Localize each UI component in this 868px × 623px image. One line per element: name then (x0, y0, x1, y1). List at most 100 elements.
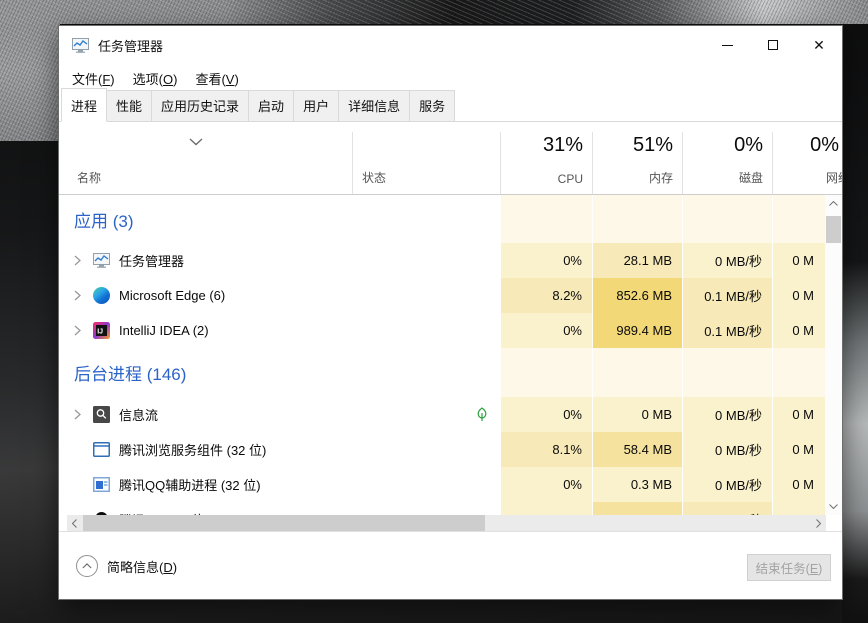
network-total-usage: 0% (810, 134, 839, 156)
desktop-right-edge (842, 0, 868, 623)
disk-cell: 0 MB/秒 (682, 467, 772, 502)
header-separator (352, 132, 353, 194)
memory-total-usage: 51% (632, 134, 673, 156)
tab-startup[interactable]: 启动 (248, 90, 295, 122)
tab-performance[interactable]: 性能 (106, 90, 153, 122)
memory-cell: 98.8 MB (592, 502, 682, 515)
feed-search-icon (93, 406, 110, 423)
close-icon: ✕ (813, 37, 825, 53)
cpu-cell: 8.2% (500, 278, 592, 313)
task-manager-icon (93, 252, 110, 269)
horizontal-scrollbar[interactable] (67, 515, 826, 531)
menu-bar: 文件(F) 选项(O) 查看(V) (59, 64, 842, 92)
process-list: 应用 (3) 任务管理器 0% 28.1 MB 0 MB/秒 0 M Micro… (59, 195, 842, 515)
task-manager-app-icon (72, 37, 89, 53)
status-cell (352, 502, 500, 515)
expand-chevron-icon[interactable] (67, 255, 93, 266)
cpu-total-usage: 31% (542, 134, 583, 156)
maximize-button[interactable] (750, 26, 796, 64)
disk-cell: 0 MB/秒 (682, 243, 772, 278)
tab-details[interactable]: 详细信息 (338, 90, 411, 122)
menu-file[interactable]: 文件(F) (72, 69, 115, 88)
process-row-intellij[interactable]: IJ IntelliJ IDEA (2) 0% 989.4 MB 0.1 MB/… (59, 313, 842, 348)
vertical-scrollbar-thumb[interactable] (826, 216, 841, 243)
scrollbar-corner (826, 515, 842, 531)
qq-helper-icon (93, 476, 110, 493)
column-header-name[interactable]: 名称 (67, 129, 352, 194)
tab-app-history[interactable]: 应用历史记录 (151, 90, 250, 122)
group-label: 应用 (3) (74, 211, 134, 231)
minimize-button[interactable] (704, 26, 750, 64)
memory-cell: 58.4 MB (592, 432, 682, 467)
column-header-cpu[interactable]: 31% CPU (500, 129, 592, 194)
disk-cell: 0 MB/秒 (682, 397, 772, 432)
cpu-cell: 0% (500, 243, 592, 278)
fewer-details-toggle[interactable]: 简略信息(D) (76, 555, 177, 577)
status-cell (352, 467, 500, 502)
cpu-cell: 0% (500, 313, 592, 348)
process-row-qq[interactable]: 腾讯QQ (32 位) 0% 98.8 MB 0.1 MB/秒 0 M (59, 502, 842, 515)
disk-cell: 0 MB/秒 (682, 432, 772, 467)
memory-cell: 852.6 MB (592, 278, 682, 313)
status-cell (352, 397, 500, 432)
header-separator (682, 132, 683, 194)
disk-total-usage: 0% (734, 134, 763, 156)
process-row-edge[interactable]: Microsoft Edge (6) 8.2% 852.6 MB 0.1 MB/… (59, 278, 842, 313)
disk-cell: 0.1 MB/秒 (682, 502, 772, 515)
disk-cell: 0.1 MB/秒 (682, 278, 772, 313)
tab-bar: 进程 性能 应用历史记录 启动 用户 详细信息 服务 (59, 88, 842, 122)
header-separator (592, 132, 593, 194)
column-header-memory[interactable]: 51% 内存 (592, 129, 682, 194)
process-row-feed[interactable]: 信息流 0% 0 MB 0 MB/秒 0 M (59, 397, 842, 432)
intellij-icon: IJ (93, 322, 110, 339)
leaf-icon (477, 407, 487, 421)
process-row-qq-helper[interactable]: 腾讯QQ辅助进程 (32 位) 0% 0.3 MB 0 MB/秒 0 M (59, 467, 842, 502)
menu-view[interactable]: 查看(V) (195, 69, 238, 88)
cpu-cell: 0% (500, 397, 592, 432)
svg-text:IJ: IJ (97, 329, 103, 336)
cpu-cell: 0% (500, 502, 592, 515)
close-button[interactable]: ✕ (796, 26, 842, 64)
memory-cell: 989.4 MB (592, 313, 682, 348)
tab-users[interactable]: 用户 (293, 90, 340, 122)
maximize-icon (768, 40, 778, 50)
expand-chevron-icon[interactable] (67, 409, 93, 420)
browser-window-icon (93, 441, 110, 458)
scroll-up-icon[interactable] (825, 195, 842, 212)
memory-cell: 0 MB (592, 397, 682, 432)
cpu-cell: 0% (500, 467, 592, 502)
vertical-scrollbar[interactable] (825, 195, 842, 515)
process-row-tencent-browser[interactable]: 腾讯浏览服务组件 (32 位) 8.1% 58.4 MB 0 MB/秒 0 M (59, 432, 842, 467)
status-cell (352, 313, 500, 348)
chevron-up-circle-icon (76, 555, 98, 577)
expand-chevron-icon[interactable] (67, 325, 93, 336)
process-row-task-manager[interactable]: 任务管理器 0% 28.1 MB 0 MB/秒 0 M (59, 243, 842, 278)
scroll-left-icon[interactable] (67, 515, 82, 531)
column-header-status[interactable]: 状态 (352, 129, 500, 194)
desktop-bottom-edge (0, 0, 868, 24)
disk-cell: 0.1 MB/秒 (682, 313, 772, 348)
header-separator (772, 132, 773, 194)
group-header-apps[interactable]: 应用 (3) (59, 195, 842, 243)
memory-cell: 0.3 MB (592, 467, 682, 502)
scroll-right-icon[interactable] (811, 515, 826, 531)
tab-processes[interactable]: 进程 (61, 88, 108, 122)
menu-options[interactable]: 选项(O) (133, 69, 178, 88)
window-title: 任务管理器 (98, 38, 164, 54)
tab-services[interactable]: 服务 (409, 90, 456, 122)
scroll-down-icon[interactable] (825, 498, 842, 515)
footer-bar: 简略信息(D) 结束任务(E) (59, 531, 842, 599)
status-cell (352, 432, 500, 467)
end-task-button[interactable]: 结束任务(E) (747, 554, 831, 581)
group-header-background[interactable]: 后台进程 (146) (59, 348, 842, 397)
column-header-disk[interactable]: 0% 磁盘 (682, 129, 772, 194)
cpu-cell: 8.1% (500, 432, 592, 467)
title-bar[interactable]: 任务管理器 ✕ (59, 26, 842, 64)
status-cell (352, 243, 500, 278)
fewer-details-label: 简略信息(D) (107, 559, 178, 575)
column-header-network[interactable]: 0% 网络 (772, 129, 842, 194)
expand-chevron-icon[interactable] (67, 290, 93, 301)
task-manager-window: 任务管理器 ✕ 文件(F) 选项(O) 查看(V) 进程 性能 应用历史记录 启… (58, 25, 843, 600)
group-label: 后台进程 (146) (74, 365, 187, 384)
horizontal-scrollbar-thumb[interactable] (83, 515, 485, 531)
